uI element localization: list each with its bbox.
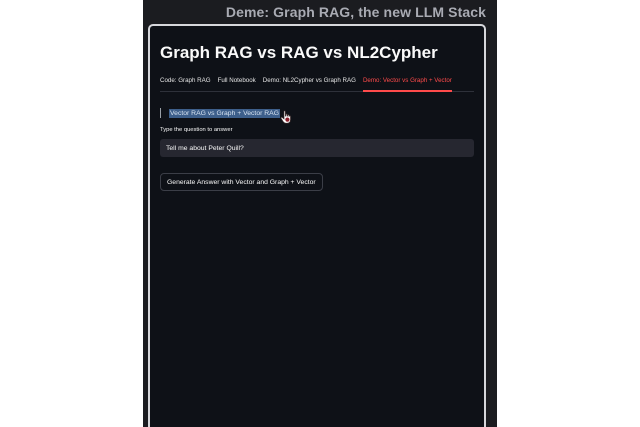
- question-input[interactable]: [160, 139, 474, 157]
- page-title: Graph RAG vs RAG vs NL2Cypher: [160, 43, 438, 62]
- hand-pointer-icon: [280, 110, 291, 124]
- video-frame: Deme: Graph RAG, the new LLM Stack Graph…: [143, 0, 497, 427]
- section-heading-text: Vector RAG vs Graph + Vector RAG: [169, 108, 280, 118]
- section-heading: Vector RAG vs Graph + Vector RAG: [160, 108, 280, 118]
- tab-code-graph-rag[interactable]: Code: Graph RAG: [160, 76, 211, 92]
- tab-demo-nl2cypher[interactable]: Demo: NL2Cypher vs Graph RAG: [263, 76, 356, 92]
- tab-full-notebook[interactable]: Full Notebook: [218, 76, 256, 92]
- generate-answer-button[interactable]: Generate Answer with Vector and Graph + …: [160, 173, 323, 191]
- tab-demo-vector[interactable]: Demo: Vector vs Graph + Vector: [362, 76, 452, 92]
- question-label: Type the question to answer: [160, 127, 233, 133]
- app-window: Graph RAG vs RAG vs NL2Cypher Code: Grap…: [148, 24, 486, 427]
- video-banner-title: Deme: Graph RAG, the new LLM Stack: [225, 4, 486, 20]
- tab-bar: Code: Graph RAG Full Notebook Demo: NL2C…: [160, 76, 474, 92]
